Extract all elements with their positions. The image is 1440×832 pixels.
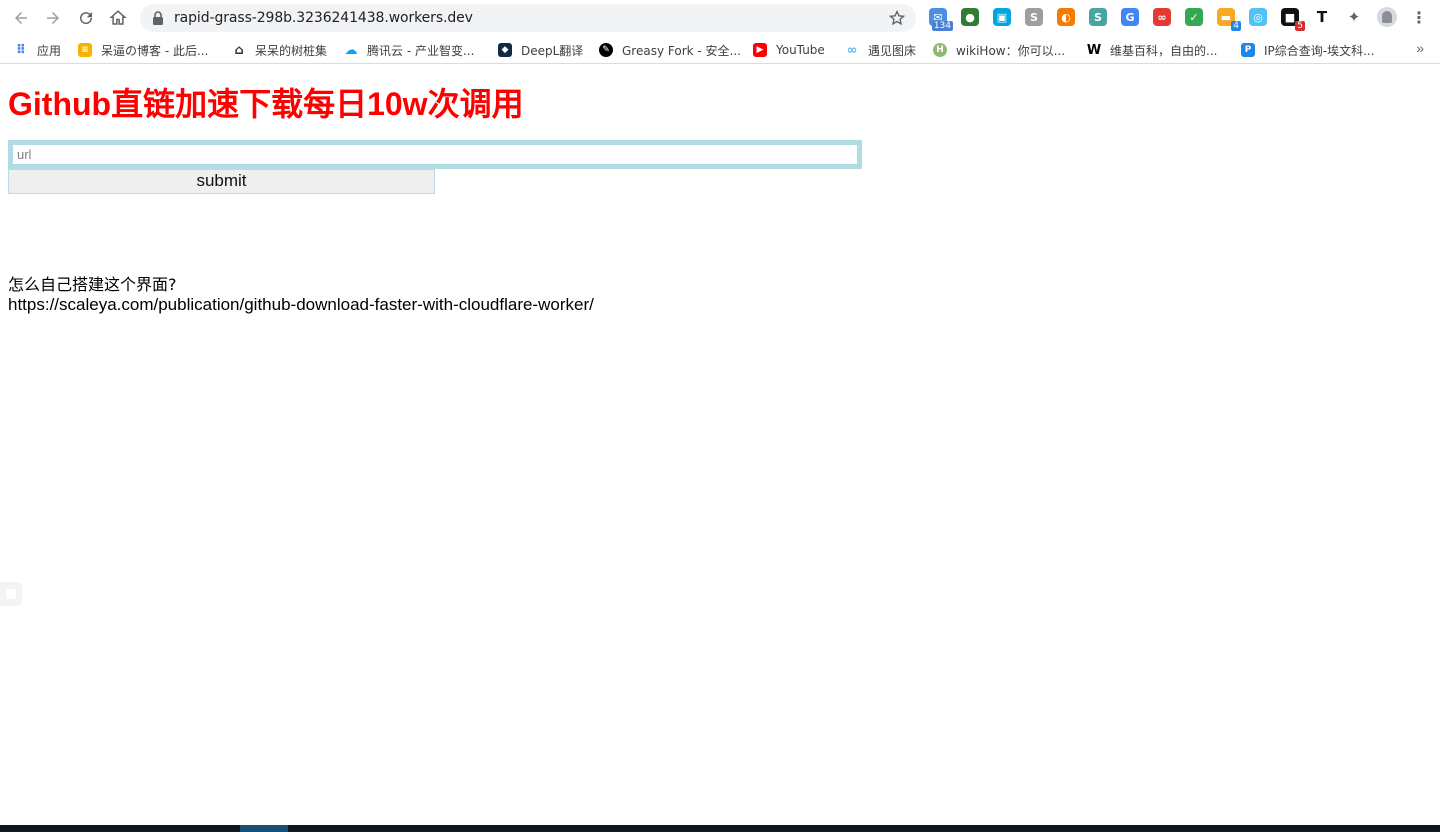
- bookmark-label: 维基百科，自由的...: [1110, 43, 1218, 58]
- puzzle-extensions-icon[interactable]: ✦: [1345, 8, 1363, 26]
- bookmark-youtube[interactable]: ▶ YouTube: [753, 41, 825, 59]
- deepl-icon: ◆: [498, 43, 512, 57]
- wikipedia-icon: W: [1086, 42, 1102, 58]
- ip-icon: P: [1241, 43, 1255, 57]
- bookmark-image-host[interactable]: ∞ 遇见图床: [845, 41, 916, 59]
- bookmark-label: 呆呆的树桩集: [255, 43, 328, 58]
- back-button[interactable]: [8, 5, 34, 31]
- bookmark-label: 应用: [37, 43, 62, 58]
- gmail-cat-extension-icon[interactable]: ✉ 134: [929, 8, 953, 31]
- bookmark-label: 呆逼の博客 - 此后...: [101, 43, 209, 58]
- page-content: Github直链加速下载每日10w次调用 submit 怎么自己搭建这个界面? …: [0, 65, 1440, 825]
- bookmark-wikipedia[interactable]: W 维基百科，自由的...: [1086, 41, 1218, 59]
- bookmark-deepl[interactable]: ◆ DeepL翻译: [498, 41, 583, 59]
- google-translate-extension-icon[interactable]: G: [1121, 8, 1139, 26]
- screen-capture-extension-icon[interactable]: ▣: [993, 8, 1011, 26]
- bookmark-label: 腾讯云 - 产业智变...: [367, 43, 475, 58]
- os-taskbar-edge: [0, 825, 1440, 832]
- extension-badge-count: 5: [1295, 21, 1305, 31]
- bookmark-label: wikiHow：你可以...: [956, 43, 1066, 58]
- search-bubble-extension-icon[interactable]: ◎: [1249, 8, 1267, 26]
- bookmark-label: DeepL翻译: [521, 43, 584, 58]
- address-bar[interactable]: rapid-grass-298b.3236241438.workers.dev: [140, 4, 916, 32]
- bookmark-star-icon[interactable]: [888, 9, 906, 27]
- page-title: Github直链加速下载每日10w次调用: [8, 86, 524, 122]
- help-link-text: https://scaleya.com/publication/github-d…: [8, 295, 594, 314]
- black-box-extension-icon[interactable]: ■ 5: [1281, 8, 1305, 31]
- address-bar-url[interactable]: rapid-grass-298b.3236241438.workers.dev: [174, 10, 473, 26]
- browser-menu-button[interactable]: ⋮: [1410, 7, 1428, 27]
- bookmark-blog[interactable]: ≡ 呆逼の博客 - 此后...: [78, 41, 208, 59]
- forward-button[interactable]: [40, 5, 66, 31]
- s-gray-extension-icon[interactable]: S: [1025, 8, 1043, 26]
- square-icon: [6, 589, 16, 599]
- url-input[interactable]: [8, 140, 862, 169]
- shield-extension-icon[interactable]: ✓: [1185, 8, 1203, 26]
- bookmarks-bar: ⠿ 应用 ≡ 呆逼の博客 - 此后... ⌂ 呆呆的树桩集 ☁ 腾讯云 - 产业智变... ◆ D…: [0, 36, 1440, 64]
- ticket-extension-icon[interactable]: ▬ 4: [1217, 8, 1241, 31]
- cloud-icon: ☁: [344, 42, 358, 58]
- submit-button[interactable]: submit: [8, 169, 435, 194]
- home-icon: [109, 10, 127, 25]
- globe-extension-icon[interactable]: ●: [961, 8, 979, 26]
- bookmark-label: 遇见图床: [868, 43, 917, 58]
- t-extension-icon[interactable]: T: [1313, 8, 1331, 26]
- help-question-text: 怎么自己搭建这个界面?: [8, 275, 177, 294]
- bookmark-daidai[interactable]: ⌂ 呆呆的树桩集: [232, 41, 327, 59]
- more-vertical-icon: ⋮: [1411, 7, 1427, 27]
- extension-badge-count: 4: [1231, 21, 1241, 31]
- browser-toolbar: rapid-grass-298b.3236241438.workers.dev …: [0, 0, 1440, 36]
- bookmarks-overflow-chevron-icon[interactable]: »: [1416, 40, 1424, 56]
- reload-icon: [80, 12, 93, 25]
- bookmark-wikihow[interactable]: HwikiHow：你可以...: [933, 41, 1065, 59]
- home-button[interactable]: [105, 5, 131, 31]
- floating-side-widget[interactable]: [0, 582, 22, 606]
- bookmark-label: YouTube: [776, 43, 825, 57]
- s-teal-extension-icon[interactable]: S: [1089, 8, 1107, 26]
- taskbar-active-item: [240, 825, 288, 832]
- extension-badge-count: 134: [931, 21, 953, 31]
- user-avatar-icon: [1382, 11, 1392, 23]
- apps-grid-icon: ⠿: [15, 42, 27, 58]
- lock-icon: [153, 11, 163, 25]
- bookmark-ip-query[interactable]: P IP综合查询-埃文科...: [1241, 41, 1375, 59]
- bookmark-tencent-cloud[interactable]: ☁ 腾讯云 - 产业智变...: [344, 41, 475, 59]
- wikihow-icon: H: [933, 43, 947, 57]
- greasy-fork-icon: ✎: [599, 43, 613, 57]
- infinity-icon: ∞: [846, 42, 858, 58]
- arrow-right-icon: [47, 12, 59, 24]
- firefox-extension-icon[interactable]: ◐: [1057, 8, 1075, 26]
- arrow-left-icon: [15, 12, 27, 24]
- profile-avatar[interactable]: [1377, 7, 1397, 27]
- stack-icon: ≡: [78, 43, 92, 57]
- bookmark-label: Greasy Fork - 安全...: [622, 43, 741, 58]
- youtube-icon: ▶: [753, 43, 767, 57]
- bookmark-apps[interactable]: ⠿ 应用: [14, 41, 61, 59]
- bookmark-greasy-fork[interactable]: ✎ Greasy Fork - 安全...: [599, 41, 741, 59]
- reload-button[interactable]: [73, 5, 99, 31]
- home-icon: ⌂: [234, 42, 244, 58]
- infinity-extension-icon[interactable]: ∞: [1153, 8, 1171, 26]
- bookmark-label: IP综合查询-埃文科...: [1264, 43, 1375, 58]
